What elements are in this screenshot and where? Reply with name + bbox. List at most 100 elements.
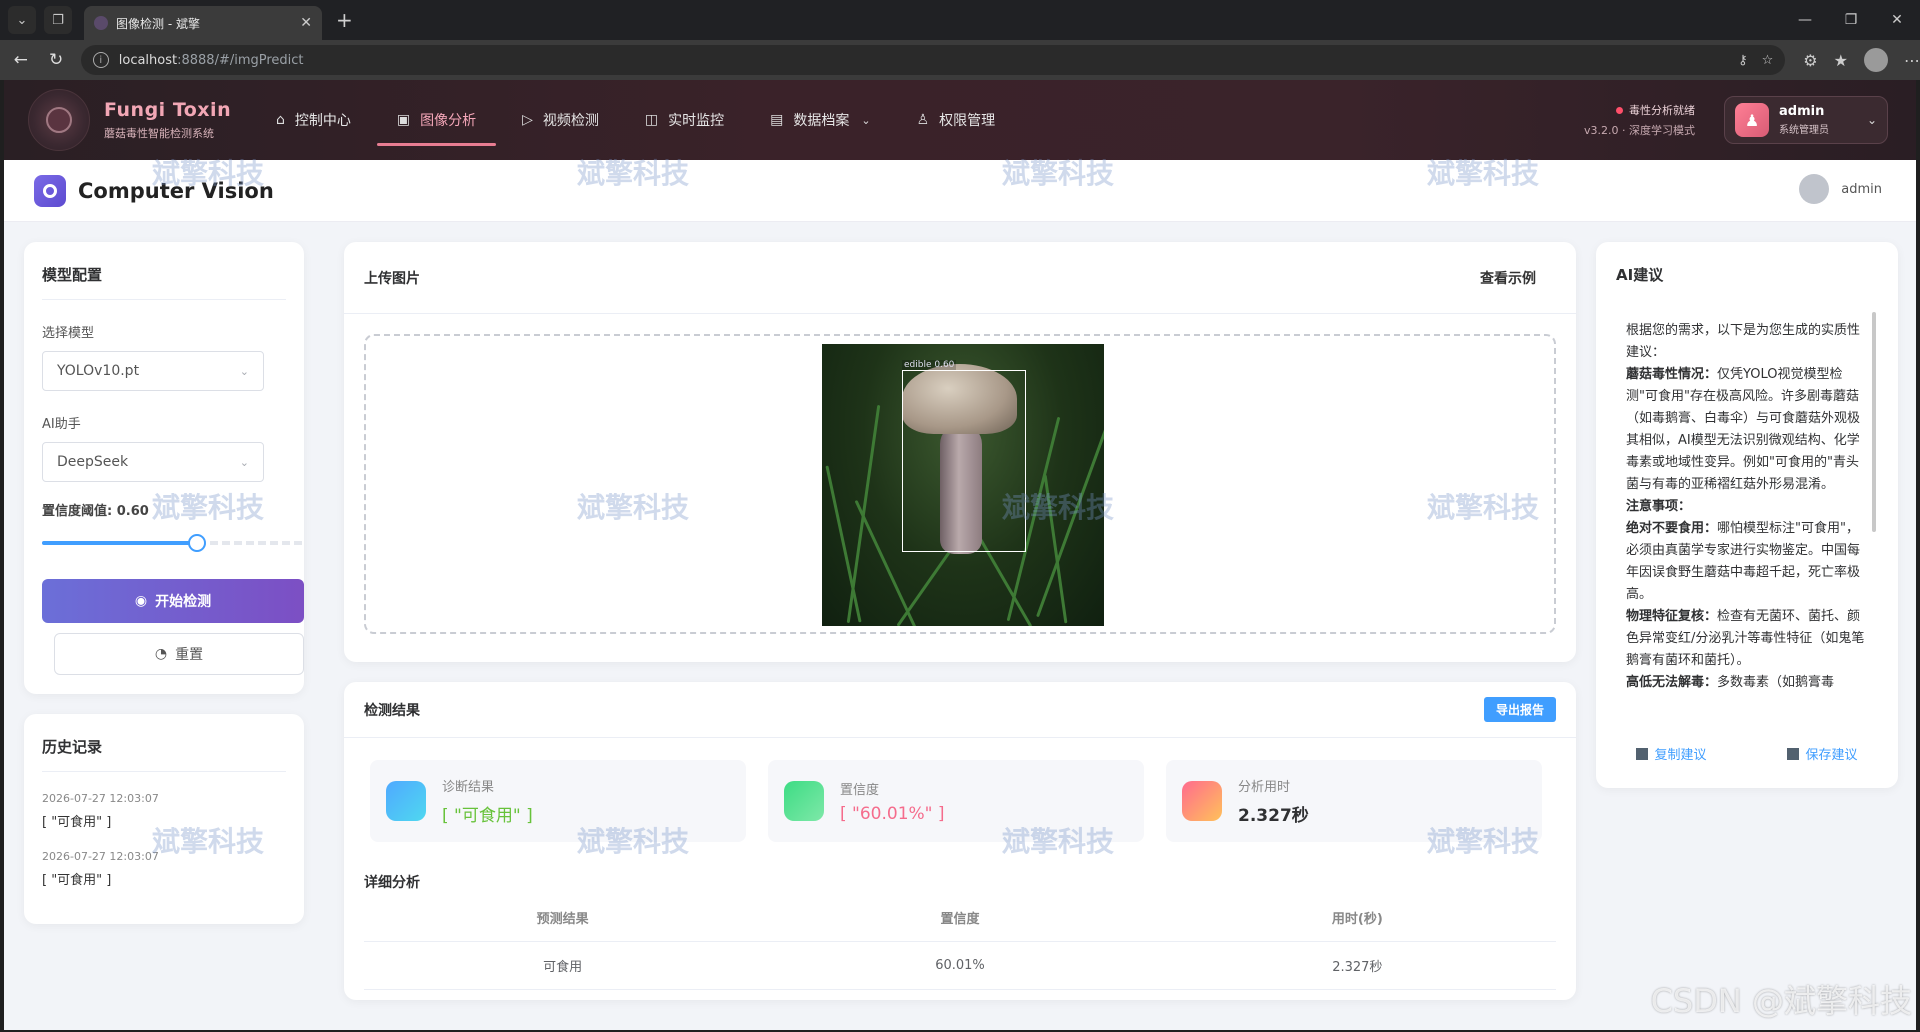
camera-icon: ◫ <box>644 112 659 128</box>
home-icon: ⌂ <box>276 112 285 128</box>
new-tab-button[interactable]: + <box>336 8 353 32</box>
upload-title: 上传图片 <box>364 270 420 287</box>
history-card: 历史记录 2026-07-27 12:03:07 [ "可食用" ] 2026-… <box>24 714 304 924</box>
reload-icon[interactable]: ↻ <box>41 50 70 70</box>
diagnosis-icon <box>386 781 426 821</box>
favorites-icon[interactable]: ★ <box>1834 51 1848 70</box>
save-icon <box>1787 747 1800 760</box>
topbar-username: admin <box>1841 181 1882 197</box>
restore-icon[interactable]: ❐ <box>1828 0 1874 40</box>
nav-label: 权限管理 <box>939 113 996 129</box>
clock-icon: ◔ <box>154 646 168 662</box>
stat-diagnosis: 诊断结果 [ "可食用" ] <box>370 760 746 842</box>
tab-list-button[interactable]: ⌄ <box>8 6 36 34</box>
history-time: 2026-07-27 12:03:07 <box>42 792 159 805</box>
nav-video-detection[interactable]: ▷ 视频检测 <box>522 80 599 160</box>
ai-suggestion-text[interactable]: 根据您的需求，以下是为您生成的实质性建议： 蘑菇毒性情况：仅凭YOLO视觉模型检… <box>1626 320 1866 696</box>
table-header: 预测结果 置信度 用时(秒) <box>364 894 1556 942</box>
export-report-button[interactable]: 导出报告 <box>1483 697 1556 722</box>
watermark-text: 斌擎科技 <box>1002 825 1115 858</box>
reset-button[interactable]: ◔ 重置 <box>54 633 304 675</box>
watermark-text: 斌擎科技 <box>152 157 265 190</box>
nav-label: 数据档案 <box>793 113 850 129</box>
start-button-label: 开始检测 <box>155 594 212 610</box>
minimize-icon[interactable]: — <box>1782 0 1828 40</box>
user-icon: ♙ <box>916 112 930 128</box>
status-dot-icon <box>1616 106 1623 114</box>
watermark-text: 斌擎科技 <box>1427 825 1540 858</box>
stat-value: [ "可食用" ] <box>442 806 533 826</box>
bookmark-star-icon[interactable]: ☆ <box>1762 53 1774 68</box>
model-config-card: 模型配置 选择模型 YOLOv10.pt ⌄ AI助手 DeepSeek ⌄ 置信度… <box>24 242 304 694</box>
chevron-down-icon: ⌄ <box>1866 113 1877 127</box>
workspaces-button[interactable]: ❐ <box>44 6 72 34</box>
start-detection-button[interactable]: ◉ 开始检测 <box>42 579 304 623</box>
history-title: 历史记录 <box>42 738 103 756</box>
save-label: 保存建议 <box>1805 748 1858 763</box>
assistant-select[interactable]: DeepSeek ⌄ <box>42 442 264 482</box>
view-example-link[interactable]: 查看示例 <box>1480 268 1536 288</box>
model-select-value: YOLOv10.pt <box>57 363 140 379</box>
play-icon: ▷ <box>522 112 533 128</box>
image-dropzone[interactable]: edible 0.60 <box>364 334 1556 634</box>
address-bar-row: ← ↻ i localhost:8888/#/imgPredict ⚷ ☆ ⚙ … <box>0 40 1920 80</box>
user-menu[interactable]: ♟ admin 系统管理员 ⌄ <box>1724 96 1888 144</box>
copy-suggestion-button[interactable]: 复制建议 <box>1636 744 1707 763</box>
model-select[interactable]: YOLOv10.pt ⌄ <box>42 351 264 391</box>
ai-scrollbar[interactable] <box>1872 312 1876 532</box>
results-card: 检测结果 导出报告 诊断结果 [ "可食用" ] 置信度 [ "60.01%" … <box>344 682 1576 1000</box>
url-input[interactable]: i localhost:8888/#/imgPredict ⚷ ☆ <box>80 45 1786 75</box>
watermark-text: 斌擎科技 <box>577 825 690 858</box>
watermark-text: 斌擎科技 <box>152 491 265 524</box>
table-row: 可食用 60.01% 2.327秒 <box>364 942 1556 990</box>
stat-value: 2.327秒 <box>1238 806 1309 826</box>
stat-value: [ "60.01%" ] <box>840 803 945 824</box>
csdn-watermark: CSDN @斌擎科技 <box>1650 982 1912 1020</box>
ai-suggestion-card: AI建议 根据您的需求，以下是为您生成的实质性建议： 蘑菇毒性情况：仅凭YOLO… <box>1596 242 1898 788</box>
threshold-slider[interactable] <box>42 533 304 553</box>
nav-data-archive[interactable]: ▤ 数据档案 ⌄ <box>770 80 870 160</box>
save-suggestion-button[interactable]: 保存建议 <box>1787 744 1858 763</box>
document-icon: ▤ <box>770 112 784 128</box>
assistant-select-value: DeepSeek <box>57 454 129 470</box>
chevron-down-icon: ⌄ <box>861 113 871 127</box>
nav-realtime-monitor[interactable]: ◫ 实时监控 <box>645 80 724 160</box>
topbar-user[interactable]: admin <box>1799 174 1882 204</box>
more-menu-icon[interactable]: ⋯ <box>1904 51 1920 70</box>
slider-thumb[interactable] <box>188 534 207 552</box>
close-window-icon[interactable]: ✕ <box>1874 0 1920 40</box>
history-value: [ "可食用" ] <box>42 873 112 888</box>
ai-notice: 注意事项： <box>1626 499 1692 514</box>
detail-title: 详细分析 <box>364 875 420 891</box>
nav-label: 控制中心 <box>294 113 351 129</box>
stat-label: 置信度 <box>840 782 880 798</box>
key-icon[interactable]: ⚷ <box>1738 53 1748 68</box>
stat-label: 诊断结果 <box>442 780 495 795</box>
brand-subtitle: 蘑菇毒性智能检测系统 <box>104 127 214 140</box>
close-tab-icon[interactable]: ✕ <box>300 15 312 31</box>
site-info-icon[interactable]: i <box>92 52 109 68</box>
upload-card: 上传图片 查看示例 edible 0.60 <box>344 242 1576 662</box>
ai-title: AI建议 <box>1616 266 1664 284</box>
watermark-text: 斌擎科技 <box>577 491 690 524</box>
nav-image-analysis[interactable]: ▣ 图像分析 <box>376 80 497 160</box>
app-logo[interactable] <box>28 89 90 151</box>
chevron-down-icon: ⌄ <box>239 364 249 378</box>
ai-p3-heading: 物理特征复核： <box>1626 609 1718 624</box>
detection-image: edible 0.60 <box>822 344 1104 626</box>
table-cell: 可食用 <box>543 960 583 975</box>
watermark-text: 斌擎科技 <box>1427 491 1540 524</box>
page-topbar: Computer Vision admin <box>4 160 1916 222</box>
watermark-text: 斌擎科技 <box>577 157 690 190</box>
nav-dashboard[interactable]: ⌂ 控制中心 <box>276 80 351 160</box>
table-cell: 60.01% <box>935 958 985 973</box>
url-host: localhost <box>118 52 178 68</box>
back-icon[interactable]: ← <box>6 50 35 70</box>
extensions-icon[interactable]: ⚙ <box>1803 51 1817 70</box>
nav-permission[interactable]: ♙ 权限管理 <box>917 80 996 160</box>
watermark-text: 斌擎科技 <box>1002 491 1115 524</box>
browser-tab[interactable]: 图像检测 - 斌擎 ✕ <box>84 6 322 40</box>
page-content: Computer Vision admin 模型配置 选择模型 YOLOv10.… <box>4 160 1916 1030</box>
copy-label: 复制建议 <box>1654 748 1707 763</box>
profile-avatar[interactable] <box>1863 48 1888 72</box>
